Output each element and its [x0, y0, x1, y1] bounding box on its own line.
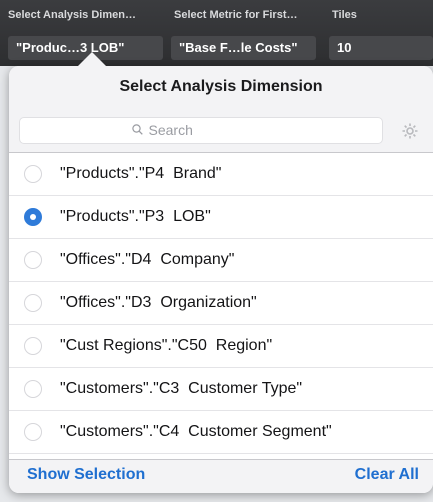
- radio-button[interactable]: [24, 337, 42, 355]
- option-label: "Offices"."D4 Company": [60, 251, 235, 268]
- radio-button[interactable]: [24, 294, 42, 312]
- show-selection-button[interactable]: Show Selection: [27, 466, 145, 484]
- popover-arrow: [78, 52, 106, 66]
- dimension-label: Select Analysis Dimen…: [8, 9, 136, 21]
- radio-button[interactable]: [24, 165, 42, 183]
- tiles-label: Tiles: [332, 9, 357, 21]
- search-field[interactable]: [19, 117, 383, 144]
- option-label: "Offices"."D3 Organization": [60, 294, 257, 311]
- popover-title: Select Analysis Dimension: [119, 78, 323, 95]
- dimension-list: "Products"."P4 Brand" "Products"."P3 LOB…: [9, 153, 433, 454]
- option-label: "Products"."P4 Brand": [60, 165, 222, 182]
- dimension-popover: Select Analysis Dimension "Products"."P4…: [9, 66, 433, 493]
- option-label: "Customers"."C3 Customer Type": [60, 380, 303, 397]
- list-item[interactable]: "Products"."P3 LOB": [9, 196, 433, 239]
- radio-button[interactable]: [24, 380, 42, 398]
- list-item[interactable]: "Cust Regions"."C50 Region": [9, 325, 433, 368]
- option-label: "Cust Regions"."C50 Region": [60, 337, 273, 354]
- popover-header: Select Analysis Dimension: [9, 66, 433, 153]
- option-label: "Customers"."C4 Customer Segment": [60, 423, 332, 440]
- list-item[interactable]: "Offices"."D4 Company": [9, 239, 433, 282]
- search-icon: [131, 118, 143, 143]
- popover-footer: Show Selection Clear All: [9, 459, 433, 493]
- metric-label: Select Metric for First…: [174, 9, 298, 21]
- prompt-toolbar: Select Analysis Dimen… "Produc…3 LOB" Se…: [0, 0, 433, 66]
- metric-selector[interactable]: "Base F…le Costs": [171, 36, 316, 60]
- list-item[interactable]: "Customers"."C4 Customer Segment": [9, 411, 433, 454]
- search-input[interactable]: [146, 121, 271, 139]
- option-label: "Products"."P3 LOB": [60, 208, 211, 225]
- list-item[interactable]: "Customers"."C3 Customer Type": [9, 368, 433, 411]
- gear-icon[interactable]: [400, 121, 420, 141]
- radio-button[interactable]: [24, 251, 42, 269]
- clear-all-button[interactable]: Clear All: [355, 466, 419, 484]
- radio-button-selected[interactable]: [24, 208, 42, 226]
- tiles-field[interactable]: 10: [329, 36, 433, 60]
- list-item[interactable]: "Products"."P4 Brand": [9, 153, 433, 196]
- list-item[interactable]: "Offices"."D3 Organization": [9, 282, 433, 325]
- radio-button[interactable]: [24, 423, 42, 441]
